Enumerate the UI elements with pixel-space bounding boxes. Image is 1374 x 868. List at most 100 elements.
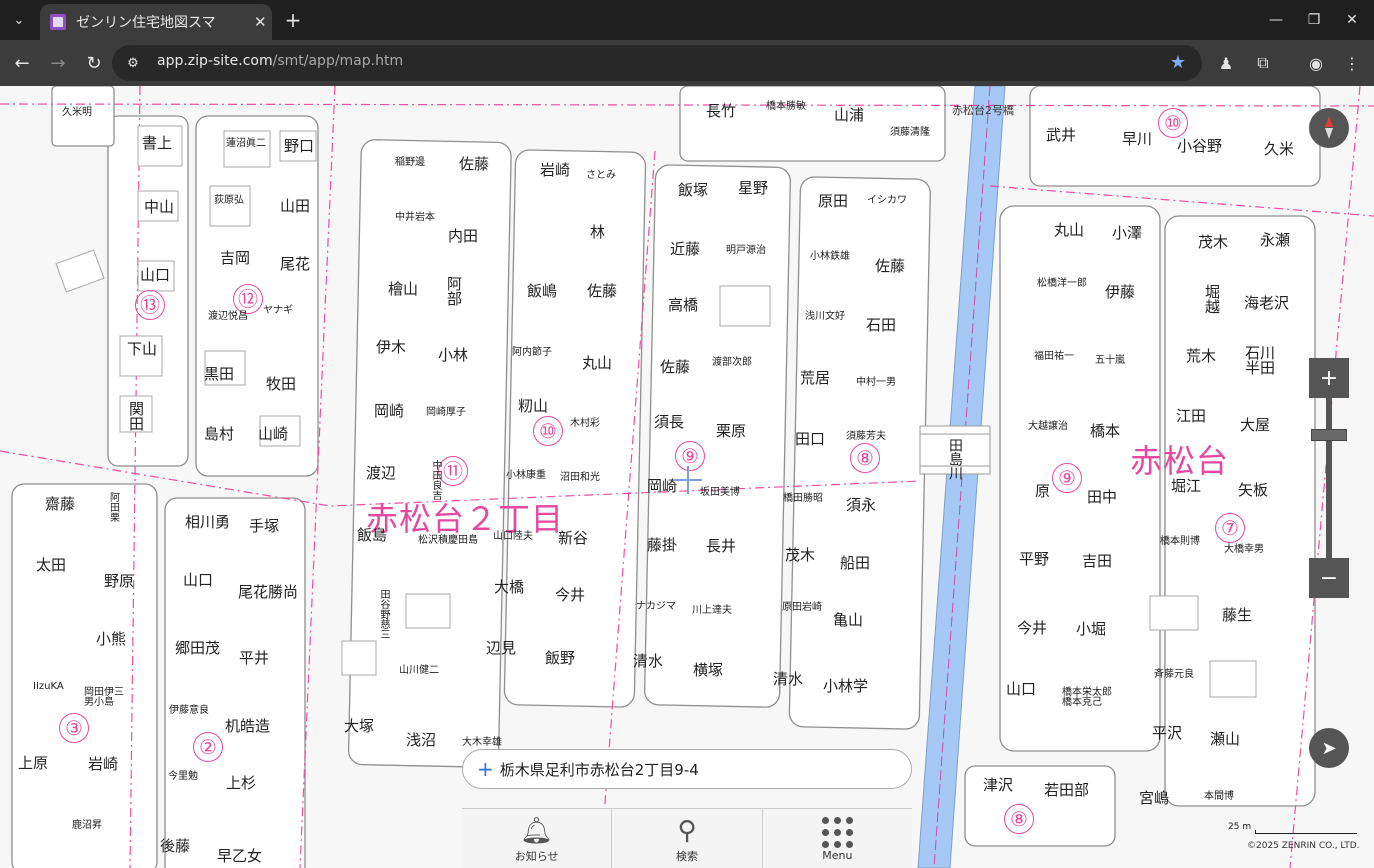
resident-name: 久米明 [62,107,92,118]
restore-button[interactable]: ❐ [1301,8,1327,32]
resident-name: 松沢積慶田島 [418,535,478,546]
compass-button[interactable] [1309,108,1349,148]
resident-name: 瀬山 [1210,730,1241,748]
resident-name: 清水 [773,670,804,688]
resident-name: 山口 [183,571,214,589]
zoom-out-button[interactable]: − [1309,558,1349,598]
zoom-slider-track[interactable] [1326,398,1332,558]
resident-name: 本間博 [1204,791,1234,802]
resident-name: 福田祐一 [1034,351,1074,362]
resident-name: イシカワ [867,195,907,206]
close-window-button[interactable]: ✕ [1339,8,1365,32]
reload-button[interactable]: ↻ [82,51,106,75]
url-text[interactable]: app.zip-site.com/smt/app/map.htm [157,53,403,69]
resident-name: 書上 [142,134,173,152]
browser-tab[interactable]: ゼンリン住宅地図スマ ✕ [40,4,272,40]
resident-name: 山浦 [834,106,865,124]
address-display[interactable]: + 栃木県足利市赤松台2丁目9-4 [462,749,912,789]
resident-name: 伊木 [376,338,407,356]
new-tab-button[interactable]: + [281,8,305,32]
extension-icon[interactable]: ♟ [1214,51,1238,75]
resident-name: 沼田和光 [560,472,600,483]
resident-name: 山口 [140,266,171,284]
resident-name: 小熊 [96,630,127,648]
resident-name: 野口 [284,137,315,155]
resident-name: 須藤清隆 [890,127,930,138]
resident-name: 大橋 [494,578,525,596]
resident-name: 牧田 [266,375,297,393]
resident-name: 佐藤 [660,358,691,376]
profile-icon[interactable]: ◉ [1304,51,1328,75]
site-info-icon[interactable]: ⚙ [124,54,142,72]
notifications-button[interactable]: 🔔︎ お知らせ [462,809,613,868]
extensions-puzzle-icon[interactable]: ⧉ [1251,51,1275,75]
resident-name: 飯嶋 [527,282,558,300]
menu-button[interactable]: Menu [763,809,912,868]
resident-name: 大塚 [344,717,375,735]
resident-name: 横塚 [693,661,724,679]
resident-name: 中村一男 [856,377,896,388]
kebab-menu-icon[interactable]: ⋮ [1340,51,1364,75]
block-number: ⑩ [533,416,563,446]
resident-name: 清水 [633,652,664,670]
plus-icon: + [1319,365,1339,391]
bookmark-star-icon[interactable]: ★ [1170,52,1186,73]
resident-name: 丸山 [582,354,613,372]
block-number: ⑬ [135,290,165,320]
menu-label: Menu [822,849,853,862]
tab-search-button[interactable]: ⌄ [6,8,32,32]
resident-name: 橋本栄太郎橋本克己 [1062,687,1112,708]
address-text: 栃木県足利市赤松台2丁目9-4 [499,760,699,779]
resident-name: さとみ [586,170,616,181]
copyright: ©2025 ZENRIN CO., LTD. [1247,841,1360,851]
block-number: ⑧ [850,443,880,473]
scale-label: 25 m [1228,822,1252,832]
resident-name: 山口陸夫 [493,531,533,542]
navigation-arrow-icon: ➤ [1321,737,1337,759]
resident-name: 船田 [840,554,871,572]
tab-close-icon[interactable]: ✕ [254,13,267,31]
resident-name: 茂木 [1198,233,1229,251]
notifications-label: お知らせ [514,849,559,863]
resident-name: 石田 [866,316,897,334]
bell-icon: 🔔︎ [520,815,554,846]
resident-name: 佐藤 [587,282,618,300]
compass-north-icon [1325,116,1333,127]
minimize-button[interactable]: — [1263,8,1289,32]
resident-name: 明戸源治 [726,245,766,256]
resident-name: 小澤 [1112,224,1143,242]
resident-name: 栗原 [716,422,747,440]
resident-name: 島村 [204,425,235,443]
resident-name: 阿内節子 [512,347,552,358]
resident-name: 浅川文好 [805,311,845,322]
resident-name: 田谷野慈三 [378,589,389,639]
address-bar[interactable]: ⚙ app.zip-site.com/smt/app/map.htm ★ [112,45,1202,81]
grid-icon [821,815,853,849]
resident-name: 上杉 [226,774,257,792]
chevron-down-icon: ⌄ [13,12,25,28]
url-path: /smt/app/map.htm [272,53,404,69]
back-button[interactable]: ← [10,51,34,75]
resident-name: 岡崎 [647,477,678,495]
resident-name: 荻原弘 [214,195,244,206]
resident-name: 中田良吉 [430,460,441,500]
resident-name: 関田 [127,401,145,431]
resident-name: 大屋 [1240,416,1271,434]
resident-name: 堀江 [1171,477,1202,495]
resident-name: 高橋 [668,296,699,314]
zoom-in-button[interactable]: + [1309,358,1349,398]
search-button[interactable]: ⚲ 検索 [612,809,763,868]
resident-name: 尾花勝尚 [238,583,299,601]
resident-name: 吉岡 [220,249,251,267]
resident-name: 橋本則博 [1160,536,1200,547]
resident-name: 小林鉄雄 [810,251,850,262]
resident-name: 堀越 [1203,284,1221,314]
block-number: ⑫ [233,284,263,314]
resident-name: 山田 [280,197,311,215]
current-location-button[interactable]: ➤ [1309,728,1349,768]
resident-name: 原田岩崎 [782,602,822,613]
resident-name: 平沢 [1152,724,1183,742]
forward-button[interactable]: → [46,51,70,75]
resident-name: 檜山 [388,280,419,298]
zoom-slider-thumb[interactable] [1311,429,1347,441]
